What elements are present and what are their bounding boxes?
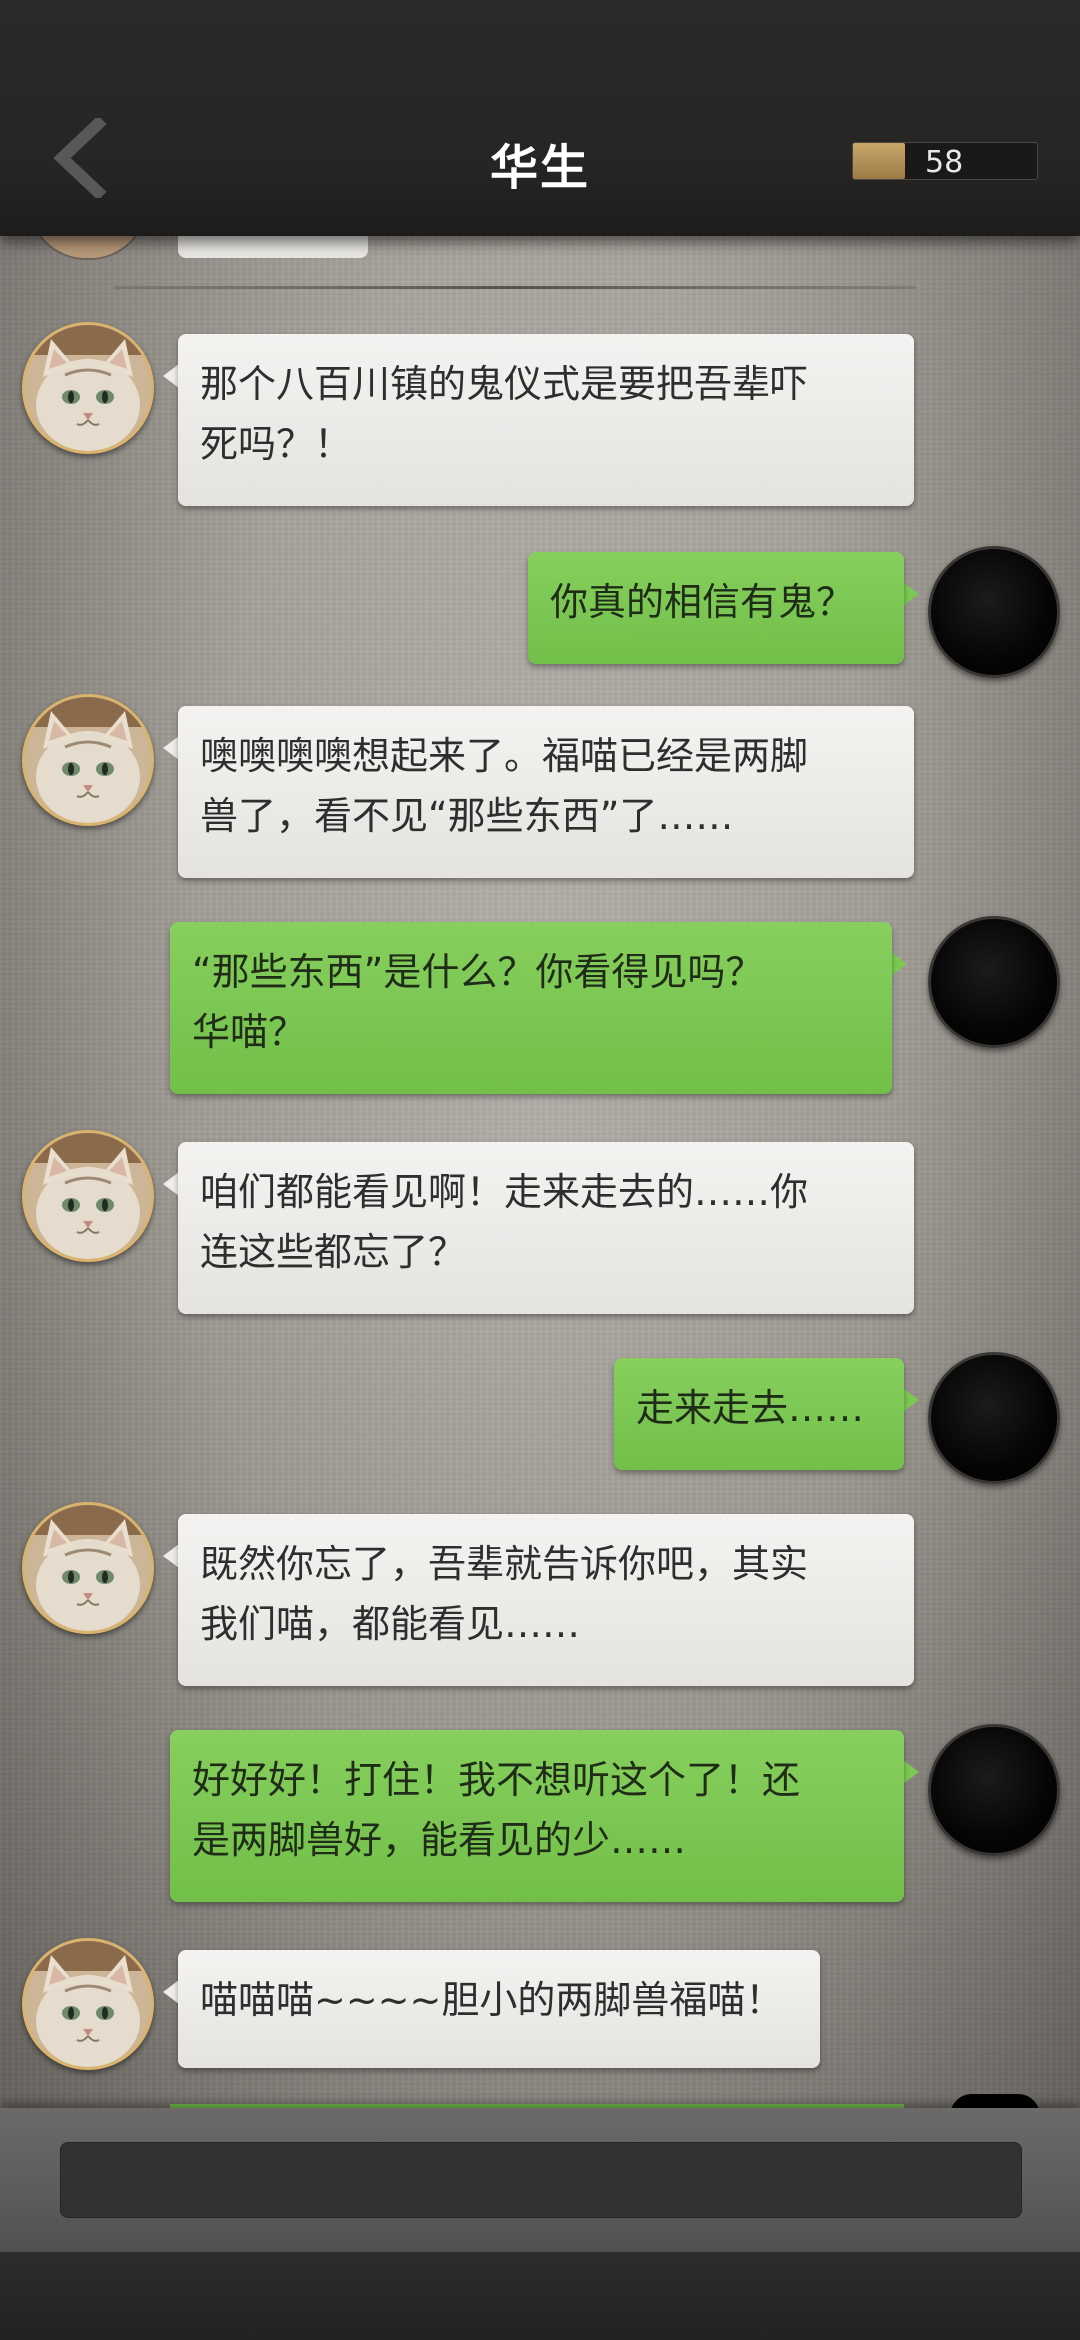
message-text-line: 华喵？ bbox=[192, 1010, 307, 1054]
coin-count: 58 bbox=[925, 145, 964, 180]
dark-avatar[interactable] bbox=[928, 1724, 1060, 1856]
message-text-line: 我们喵，都能看见…… bbox=[200, 1602, 581, 1646]
cat-avatar[interactable] bbox=[22, 1130, 154, 1262]
message-text-line: 走来走去…… bbox=[636, 1386, 865, 1430]
cat-avatar[interactable] bbox=[22, 694, 154, 826]
message-text-line: 噢噢噢噢想起来了。福喵已经是两脚 bbox=[200, 734, 809, 778]
bubble-tail bbox=[903, 1760, 919, 1784]
message-text-line: 喵喵喵~~~~胆小的两脚兽福喵！ bbox=[200, 1978, 784, 2022]
cat-avatar[interactable] bbox=[22, 1502, 154, 1634]
message-text-line: 连这些都忘了？ bbox=[200, 1230, 467, 1274]
chat-header: 华生 58 bbox=[0, 0, 1080, 236]
incoming-message-bubble: 噢噢噢噢想起来了。福喵已经是两脚 兽了，看不见“那些东西”了…… bbox=[178, 706, 914, 878]
outgoing-message-bubble: 你真的相信有鬼？ bbox=[528, 552, 904, 664]
bubble-tail bbox=[163, 364, 179, 388]
incoming-message-bubble: 那个八百川镇的鬼仪式是要把吾辈吓 死吗？！ bbox=[178, 334, 914, 506]
message-text-line: 是两脚兽好，能看见的少…… bbox=[192, 1818, 687, 1862]
outgoing-message-bubble: 好好好！打住！我不想听这个了！还 是两脚兽好，能看见的少…… bbox=[170, 1730, 904, 1902]
bubble-tail bbox=[163, 1544, 179, 1568]
dark-avatar[interactable] bbox=[928, 546, 1060, 678]
message-text-line: 好好好！打住！我不想听这个了！还 bbox=[192, 1758, 801, 1802]
coin-icon bbox=[853, 143, 905, 179]
outgoing-message-bubble: 走来走去…… bbox=[614, 1358, 904, 1470]
incoming-message-bubble: 咱们都能看见啊！走来走去的……你 连这些都忘了？ bbox=[178, 1142, 914, 1314]
message-text-line: 死吗？！ bbox=[200, 422, 353, 466]
bottom-strip bbox=[0, 2252, 1080, 2340]
message-text-line: 咱们都能看见啊！走来走去的……你 bbox=[200, 1170, 809, 1214]
bubble-tail bbox=[163, 736, 179, 760]
dark-avatar[interactable] bbox=[928, 916, 1060, 1048]
bubble-tail bbox=[163, 1980, 179, 2004]
bubble-tail bbox=[903, 1388, 919, 1412]
bubble-tail bbox=[163, 1172, 179, 1196]
reply-input-bar[interactable] bbox=[60, 2142, 1022, 2218]
bubble-tail bbox=[903, 582, 919, 606]
cat-avatar[interactable] bbox=[22, 1938, 154, 2070]
time-divider bbox=[114, 286, 916, 289]
message-text-line: 既然你忘了，吾辈就告诉你吧，其实 bbox=[200, 1542, 809, 1586]
bubble-tail bbox=[891, 952, 907, 976]
coin-counter: 58 bbox=[852, 142, 1038, 180]
message-text-line: “那些东西”是什么？你看得见吗？ bbox=[192, 950, 764, 994]
message-text-line: 你真的相信有鬼？ bbox=[550, 580, 855, 624]
incoming-message-bubble: 喵喵喵~~~~胆小的两脚兽福喵！ bbox=[178, 1950, 820, 2068]
outgoing-message-bubble: “那些东西”是什么？你看得见吗？ 华喵？ bbox=[170, 922, 892, 1094]
message-text-line: 兽了，看不见“那些东西”了…… bbox=[200, 794, 734, 838]
bottom-bar bbox=[0, 2108, 1080, 2340]
cat-avatar[interactable] bbox=[22, 322, 154, 454]
incoming-message-bubble: 既然你忘了，吾辈就告诉你吧，其实 我们喵，都能看见…… bbox=[178, 1514, 914, 1686]
dark-avatar[interactable] bbox=[928, 1352, 1060, 1484]
message-text-line: 那个八百川镇的鬼仪式是要把吾辈吓 bbox=[200, 362, 809, 406]
